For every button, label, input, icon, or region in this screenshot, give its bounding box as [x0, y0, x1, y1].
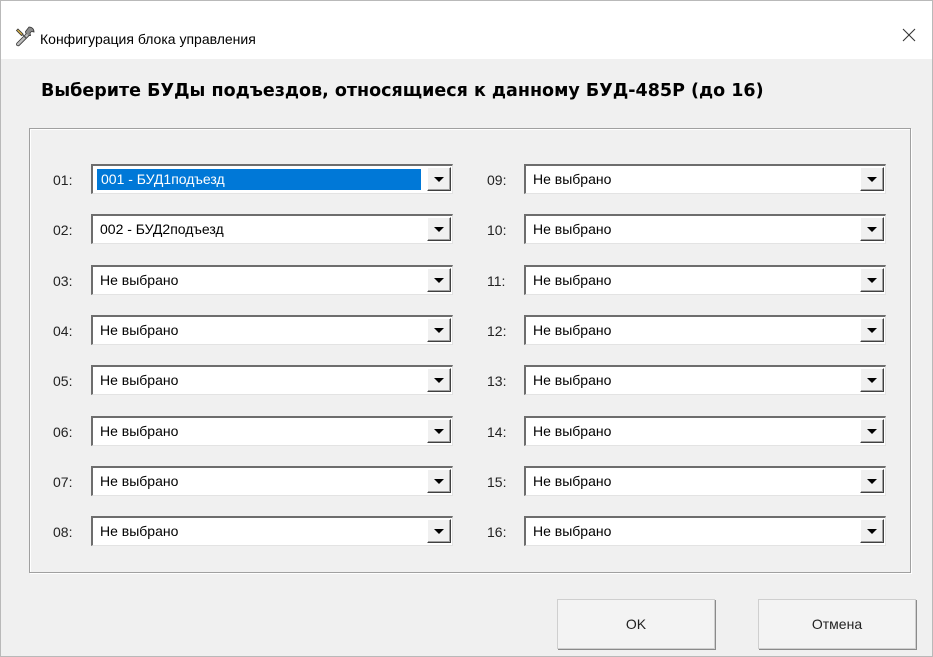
slot-dropdown-value: Не выбрано: [533, 523, 612, 539]
slot-number-label: 01:: [53, 172, 73, 188]
slot-dropdown-value: Не выбрано: [100, 473, 179, 489]
slot-dropdown-value: Не выбрано: [100, 272, 179, 288]
close-icon: [902, 28, 916, 42]
chevron-down-icon: [867, 177, 877, 182]
chevron-down-icon: [434, 278, 444, 283]
slot-dropdown-value: Не выбрано: [533, 221, 612, 237]
slot-dropdown-value: Не выбрано: [533, 171, 612, 187]
ok-button[interactable]: OK: [557, 599, 715, 649]
config-dialog: Конфигурация блока управления Выберите Б…: [0, 0, 933, 657]
slot-dropdown-value: Не выбрано: [100, 372, 179, 388]
slot-number-label: 02:: [53, 222, 73, 238]
dropdown-arrow-button[interactable]: [427, 419, 451, 443]
slot-dropdown-value: 001 - БУД1подъезд: [97, 169, 421, 190]
dropdown-arrow-button[interactable]: [427, 368, 451, 392]
chevron-down-icon: [434, 177, 444, 182]
title-bar[interactable]: Конфигурация блока управления: [1, 1, 932, 59]
window-title: Конфигурация блока управления: [40, 31, 256, 47]
slot-number-label: 12:: [487, 323, 507, 339]
slot-dropdown-value: Не выбрано: [533, 322, 612, 338]
slot-number-label: 14:: [487, 424, 507, 440]
dropdown-arrow-button[interactable]: [427, 519, 451, 543]
chevron-down-icon: [867, 227, 877, 232]
slot-dropdown[interactable]: Не выбрано: [91, 365, 453, 395]
slot-dropdown-value: Не выбрано: [533, 372, 612, 388]
slot-dropdown[interactable]: Не выбрано: [524, 466, 886, 496]
chevron-down-icon: [867, 278, 877, 283]
slot-number-label: 06:: [53, 424, 73, 440]
slot-dropdown-value: Не выбрано: [533, 272, 612, 288]
slot-dropdown-value: Не выбрано: [100, 523, 179, 539]
slot-dropdown[interactable]: Не выбрано: [524, 516, 886, 546]
chevron-down-icon: [434, 479, 444, 484]
dropdown-arrow-button[interactable]: [427, 268, 451, 292]
chevron-down-icon: [867, 328, 877, 333]
slot-dropdown[interactable]: 002 - БУД2подъезд: [91, 214, 453, 244]
slot-dropdown-value: Не выбрано: [100, 423, 179, 439]
slot-dropdown[interactable]: Не выбрано: [91, 315, 453, 345]
dropdown-arrow-button[interactable]: [860, 469, 884, 493]
dropdown-arrow-button[interactable]: [427, 217, 451, 241]
dropdown-arrow-button[interactable]: [427, 469, 451, 493]
chevron-down-icon: [867, 479, 877, 484]
slot-dropdown[interactable]: Не выбрано: [91, 416, 453, 446]
close-button[interactable]: [886, 19, 932, 51]
chevron-down-icon: [434, 529, 444, 534]
slot-number-label: 13:: [487, 373, 507, 389]
slot-dropdown[interactable]: Не выбрано: [524, 265, 886, 295]
slot-dropdown-value: Не выбрано: [100, 322, 179, 338]
slot-dropdown[interactable]: Не выбрано: [91, 265, 453, 295]
slot-dropdown[interactable]: Не выбрано: [91, 516, 453, 546]
slot-number-label: 11:: [487, 273, 506, 289]
slot-dropdown[interactable]: 001 - БУД1подъезд: [91, 164, 453, 194]
slot-number-label: 08:: [53, 524, 73, 540]
dropdown-arrow-button[interactable]: [860, 217, 884, 241]
chevron-down-icon: [867, 378, 877, 383]
chevron-down-icon: [434, 328, 444, 333]
slot-number-label: 04:: [53, 323, 73, 339]
slot-dropdown[interactable]: Не выбрано: [91, 466, 453, 496]
slot-dropdown[interactable]: Не выбрано: [524, 365, 886, 395]
slot-number-label: 10:: [487, 222, 507, 238]
slot-number-label: 09:: [487, 172, 507, 188]
instruction-heading: Выберите БУДы подъездов, относящиеся к д…: [41, 81, 764, 101]
slot-dropdown[interactable]: Не выбрано: [524, 315, 886, 345]
slot-dropdown[interactable]: Не выбрано: [524, 416, 886, 446]
chevron-down-icon: [434, 429, 444, 434]
slot-number-label: 07:: [53, 474, 73, 490]
dropdown-arrow-button[interactable]: [860, 419, 884, 443]
slot-dropdown[interactable]: Не выбрано: [524, 164, 886, 194]
dropdown-arrow-button[interactable]: [860, 167, 884, 191]
slot-dropdown[interactable]: Не выбрано: [524, 214, 886, 244]
dropdown-arrow-button[interactable]: [860, 368, 884, 392]
dropdown-arrow-button[interactable]: [427, 318, 451, 342]
cancel-button[interactable]: Отмена: [758, 599, 916, 649]
dropdown-arrow-button[interactable]: [427, 167, 451, 191]
slot-number-label: 03:: [53, 273, 73, 289]
chevron-down-icon: [867, 429, 877, 434]
slot-number-label: 15:: [487, 474, 507, 490]
dropdown-arrow-button[interactable]: [860, 519, 884, 543]
slot-dropdown-value: Не выбрано: [533, 473, 612, 489]
slot-dropdown-value: 002 - БУД2подъезд: [100, 221, 224, 237]
chevron-down-icon: [434, 227, 444, 232]
chevron-down-icon: [867, 529, 877, 534]
slots-group: [29, 128, 911, 573]
chevron-down-icon: [434, 378, 444, 383]
slot-number-label: 16:: [487, 524, 507, 540]
slot-dropdown-value: Не выбрано: [533, 423, 612, 439]
dropdown-arrow-button[interactable]: [860, 318, 884, 342]
dropdown-arrow-button[interactable]: [860, 268, 884, 292]
slot-number-label: 05:: [53, 373, 73, 389]
wrench-screwdriver-icon: [15, 26, 35, 47]
